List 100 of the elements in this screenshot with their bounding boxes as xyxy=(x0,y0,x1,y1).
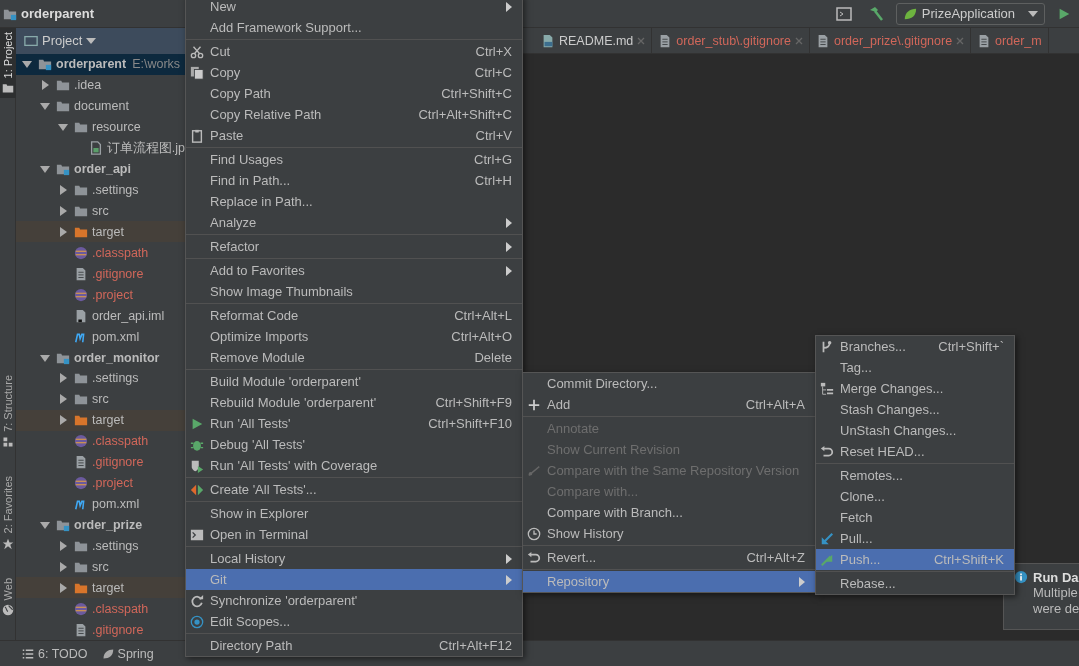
tree-item[interactable]: .settings xyxy=(16,179,185,201)
menu-item[interactable]: Show History xyxy=(523,523,815,544)
menu-item[interactable]: Build Module 'orderparent' xyxy=(186,371,522,392)
tree-item[interactable]: .project xyxy=(16,472,185,494)
menu-item[interactable]: Copy Ctrl+C xyxy=(186,62,522,83)
expanded-arrow-icon[interactable] xyxy=(40,520,50,530)
run-configuration-dropdown[interactable]: PrizeApplication xyxy=(895,2,1045,25)
tree-item[interactable]: orderparent E:\works xyxy=(16,53,185,75)
tree-item[interactable]: document xyxy=(16,95,185,117)
menu-item[interactable]: Edit Scopes... xyxy=(186,611,522,632)
menu-item[interactable]: Replace in Path... xyxy=(186,191,522,212)
tree-item[interactable]: resource xyxy=(16,116,185,138)
tree-item[interactable]: .gitignore xyxy=(16,451,185,473)
menu-item[interactable]: Run 'All Tests' Ctrl+Shift+F10 xyxy=(186,413,522,434)
menu-item[interactable]: Debug 'All Tests' xyxy=(186,434,522,455)
expanded-arrow-icon[interactable] xyxy=(22,59,32,70)
menu-item[interactable]: Find in Path... Ctrl+H xyxy=(186,170,522,191)
tree-item[interactable]: .project xyxy=(16,284,185,306)
collapsed-arrow-icon[interactable] xyxy=(58,540,68,551)
menu-item[interactable]: Copy Relative Path Ctrl+Alt+Shift+C xyxy=(186,104,522,125)
menu-item[interactable]: Rebuild Module 'orderparent' Ctrl+Shift+F9 xyxy=(186,392,522,413)
editor-tab[interactable]: order_stub\.gitignore xyxy=(652,28,810,53)
menu-item[interactable]: Show Image Thumbnails xyxy=(186,281,522,302)
tool-window-tab[interactable]: 2: Favorites xyxy=(0,472,16,554)
tree-item[interactable]: target xyxy=(16,409,185,431)
tree-item[interactable]: target xyxy=(16,221,185,243)
expanded-arrow-icon[interactable] xyxy=(40,101,50,112)
collapsed-arrow-icon[interactable] xyxy=(58,226,68,237)
menu-item[interactable]: Add to Favorites xyxy=(186,260,522,281)
tree-item[interactable]: src xyxy=(16,556,185,578)
tree-item[interactable]: 订单流程图.jp xyxy=(16,137,185,159)
collapsed-arrow-icon[interactable] xyxy=(58,582,68,593)
expanded-arrow-icon[interactable] xyxy=(40,164,50,175)
menu-item[interactable]: Fetch xyxy=(816,507,1014,528)
menu-item[interactable]: Remove Module Delete xyxy=(186,347,522,368)
tool-window-button[interactable]: Spring xyxy=(101,646,154,661)
tree-item[interactable]: .gitignore xyxy=(16,263,185,285)
menu-item[interactable]: UnStash Changes... xyxy=(816,420,1014,441)
menu-item[interactable]: Open in Terminal xyxy=(186,524,522,545)
menu-item[interactable]: Cut Ctrl+X xyxy=(186,41,522,62)
tree-item[interactable]: target xyxy=(16,577,185,599)
menu-item[interactable]: Add Framework Support... xyxy=(186,17,522,38)
collapsed-arrow-icon[interactable] xyxy=(58,415,68,426)
collapsed-arrow-icon[interactable] xyxy=(58,205,68,216)
collapsed-arrow-icon[interactable] xyxy=(58,394,68,405)
tree-item[interactable]: pom.xml xyxy=(16,326,185,348)
menu-item[interactable]: Branches... Ctrl+Shift+` xyxy=(816,336,1014,357)
tree-item[interactable]: .settings xyxy=(16,535,185,557)
menu-item[interactable]: Refactor xyxy=(186,236,522,257)
menu-item[interactable]: Synchronize 'orderparent' xyxy=(186,590,522,611)
menu-item[interactable]: Revert... Ctrl+Alt+Z xyxy=(523,547,815,568)
menu-item[interactable]: Rebase... xyxy=(816,573,1014,594)
menu-item[interactable]: Find Usages Ctrl+G xyxy=(186,149,522,170)
tree-item[interactable]: .classpath xyxy=(16,598,185,620)
collapsed-arrow-icon[interactable] xyxy=(58,373,68,384)
menu-item[interactable]: Compare with Branch... xyxy=(523,502,815,523)
tree-item[interactable]: order_prize xyxy=(16,514,185,536)
editor-tab[interactable]: order_m xyxy=(971,28,1049,53)
menu-item[interactable]: New xyxy=(186,0,522,17)
tree-item[interactable]: src xyxy=(16,388,185,410)
menu-item[interactable]: Tag... xyxy=(816,357,1014,378)
tool-window-button[interactable]: 6: TODO xyxy=(22,646,88,661)
menu-item[interactable]: Directory Path Ctrl+Alt+F12 xyxy=(186,635,522,656)
tree-item[interactable]: .classpath xyxy=(16,430,185,452)
tree-item[interactable]: src xyxy=(16,200,185,222)
menu-item[interactable]: Run 'All Tests' with Coverage xyxy=(186,455,522,476)
tree-item[interactable]: .gitignore xyxy=(16,619,185,640)
collapsed-arrow-icon[interactable] xyxy=(58,185,68,195)
tree-item[interactable]: .classpath xyxy=(16,242,185,264)
menu-item[interactable]: Analyze xyxy=(186,212,522,233)
tree-item[interactable]: .idea xyxy=(16,74,185,96)
menu-item[interactable]: Add Ctrl+Alt+A xyxy=(523,394,815,415)
collapsed-arrow-icon[interactable] xyxy=(58,561,68,572)
tree-item[interactable]: order_api xyxy=(16,158,185,180)
menu-item[interactable]: Show in Explorer xyxy=(186,503,522,524)
tree-item[interactable]: pom.xml xyxy=(16,493,185,515)
menu-item[interactable]: Copy Path Ctrl+Shift+C xyxy=(186,83,522,104)
tree-item[interactable]: order_monitor xyxy=(16,347,185,368)
editor-tab[interactable]: README.md xyxy=(535,28,653,53)
tool-window-tab[interactable]: 1: Project xyxy=(0,28,16,99)
menu-item[interactable]: Reset HEAD... xyxy=(816,441,1014,462)
expanded-arrow-icon[interactable] xyxy=(40,352,50,363)
menu-item[interactable]: Merge Changes... xyxy=(816,378,1014,399)
menu-item[interactable]: Local History xyxy=(186,548,522,569)
expanded-arrow-icon[interactable] xyxy=(58,122,68,133)
menu-item[interactable]: Create 'All Tests'... xyxy=(186,479,522,500)
tool-window-tab[interactable]: Web xyxy=(0,573,16,620)
menu-item[interactable]: Commit Directory... xyxy=(523,373,815,394)
menu-item[interactable]: Paste Ctrl+V xyxy=(186,125,522,146)
menu-item[interactable]: Pull... xyxy=(816,528,1014,549)
menu-item[interactable]: Reformat Code Ctrl+Alt+L xyxy=(186,305,522,326)
tree-item[interactable]: .settings xyxy=(16,368,185,389)
menu-item[interactable]: Remotes... xyxy=(816,465,1014,486)
menu-item[interactable]: Optimize Imports Ctrl+Alt+O xyxy=(186,326,522,347)
tree-item[interactable]: order_api.iml xyxy=(16,305,185,327)
menu-item[interactable]: Clone... xyxy=(816,486,1014,507)
menu-item[interactable]: Stash Changes... xyxy=(816,399,1014,420)
collapsed-arrow-icon[interactable] xyxy=(40,80,50,91)
editor-tab[interactable]: order_prize\.gitignore xyxy=(810,28,972,53)
tool-window-tab[interactable]: 7: Structure xyxy=(0,371,16,453)
